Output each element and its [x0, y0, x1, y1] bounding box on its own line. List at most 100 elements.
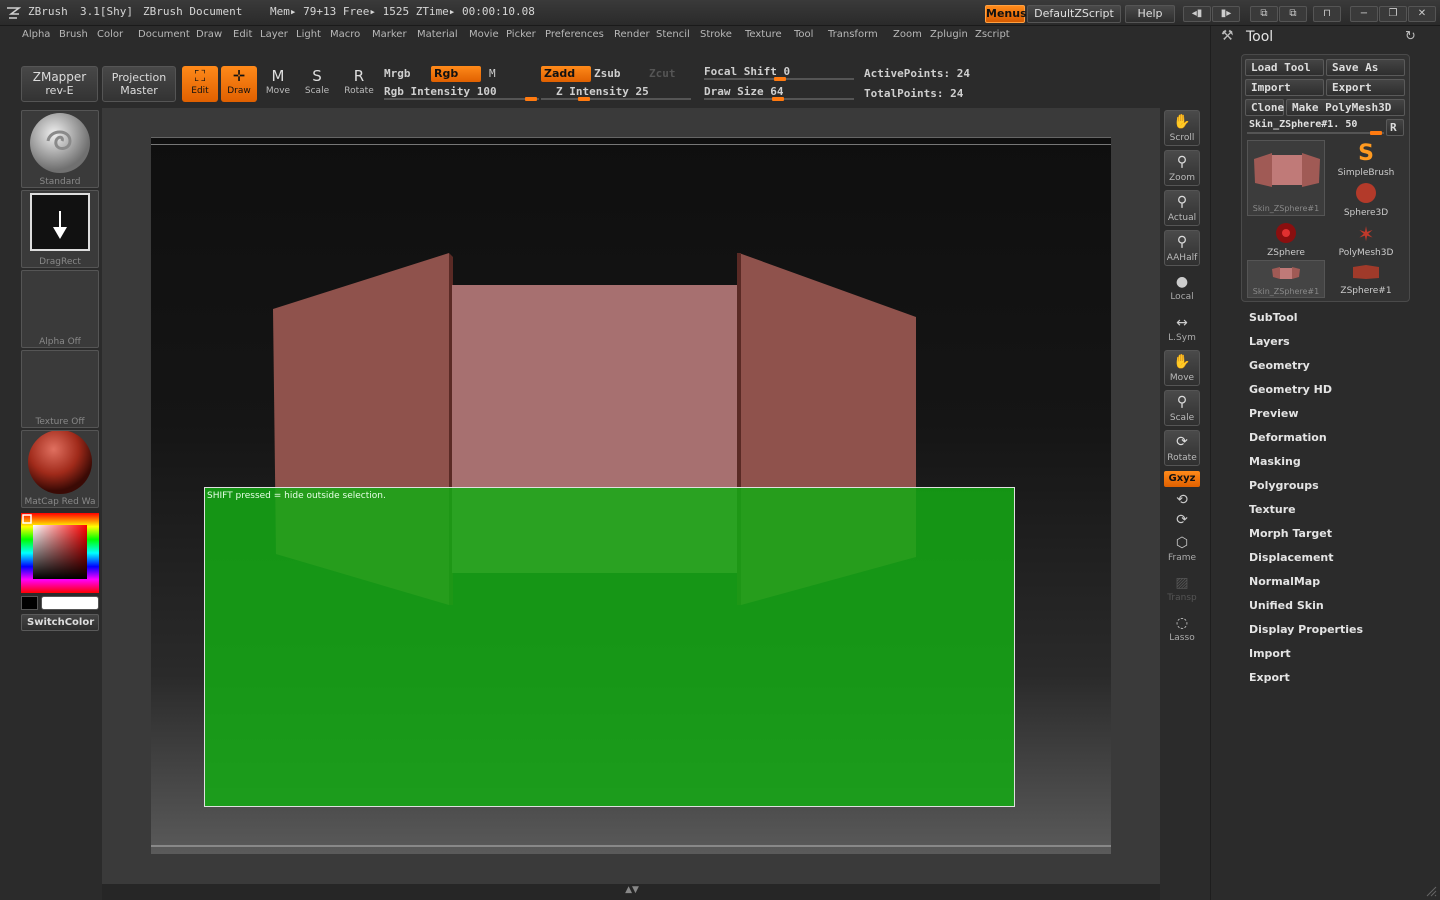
save-as-button[interactable]: Save As	[1326, 59, 1405, 76]
mrgb-toggle[interactable]: Mrgb	[384, 67, 411, 80]
menu-zscript[interactable]: Zscript	[975, 29, 1010, 40]
secondary-color-swatch[interactable]	[21, 596, 38, 610]
menu-brush[interactable]: Brush	[59, 29, 88, 40]
section-geometry[interactable]: Geometry	[1249, 359, 1310, 372]
menu-texture[interactable]: Texture	[745, 29, 782, 40]
scroll-button[interactable]: ✋ Scroll	[1164, 110, 1200, 146]
shrink-icon[interactable]: ◂▮	[1183, 6, 1211, 22]
rgb-toggle[interactable]: Rgb	[431, 66, 481, 82]
xyz-toggle[interactable]: Gxyz	[1164, 471, 1200, 487]
zsub-toggle[interactable]: Zsub	[594, 67, 621, 80]
draw-button[interactable]: ✛ Draw	[221, 66, 257, 102]
section-display-properties[interactable]: Display Properties	[1249, 623, 1363, 636]
main-color-swatch[interactable]	[41, 596, 99, 610]
section-import[interactable]: Import	[1249, 647, 1291, 660]
y-axis-rotate-icon[interactable]: ⟲	[1164, 490, 1200, 510]
menu-transform[interactable]: Transform	[828, 29, 878, 40]
tool-slider-knob[interactable]	[1370, 131, 1382, 135]
zmapper-button[interactable]: ZMapper rev-E	[21, 66, 98, 102]
zoom-button[interactable]: ⚲ Zoom	[1164, 150, 1200, 186]
section-export[interactable]: Export	[1249, 671, 1290, 684]
make-polymesh-button[interactable]: Make PolyMesh3D	[1286, 99, 1405, 116]
tool-item-skin-zsphere[interactable]: Skin_ZSphere#1	[1247, 260, 1325, 298]
menu-document[interactable]: Document	[138, 29, 190, 40]
menu-marker[interactable]: Marker	[372, 29, 407, 40]
section-texture[interactable]: Texture	[1249, 503, 1296, 516]
clone-button[interactable]: Clone	[1245, 99, 1284, 116]
z-intensity-slider[interactable]	[541, 98, 691, 100]
menu-edit[interactable]: Edit	[233, 29, 252, 40]
menu-material[interactable]: Material	[417, 29, 458, 40]
section-morph-target[interactable]: Morph Target	[1249, 527, 1332, 540]
menu-stencil[interactable]: Stencil	[656, 29, 690, 40]
tool-item-simplebrush[interactable]: S SimpleBrush	[1327, 140, 1405, 178]
expand-icon[interactable]: ▮▸	[1212, 6, 1240, 22]
tool-item-zsphere1[interactable]: ZSphere#1	[1327, 260, 1405, 298]
menu-tool[interactable]: Tool	[794, 29, 813, 40]
section-subtool[interactable]: SubTool	[1249, 311, 1298, 324]
tool-item-sphere3d[interactable]: Sphere3D	[1327, 180, 1405, 218]
rotate-button[interactable]: R Rotate	[341, 66, 377, 102]
menu-layer[interactable]: Layer	[260, 29, 288, 40]
zadd-toggle[interactable]: Zadd	[541, 66, 591, 82]
menu-movie[interactable]: Movie	[469, 29, 499, 40]
menu-stroke[interactable]: Stroke	[700, 29, 732, 40]
close-icon[interactable]: ✕	[1408, 6, 1436, 22]
layout-left-icon[interactable]: ⧉	[1250, 6, 1278, 22]
scale-view-button[interactable]: ⚲ Scale	[1164, 390, 1200, 426]
load-tool-button[interactable]: Load Tool	[1245, 59, 1324, 76]
default-zscript-button[interactable]: DefaultZScript	[1027, 5, 1121, 23]
draw-size-knob[interactable]	[772, 97, 784, 101]
menu-draw[interactable]: Draw	[196, 29, 222, 40]
bottom-tray-handle-icon[interactable]: ▲▼	[568, 885, 696, 895]
focal-shift-knob[interactable]	[774, 77, 786, 81]
section-layers[interactable]: Layers	[1249, 335, 1290, 348]
section-masking[interactable]: Masking	[1249, 455, 1301, 468]
m-toggle[interactable]: M	[489, 67, 496, 80]
section-deformation[interactable]: Deformation	[1249, 431, 1327, 444]
actual-button[interactable]: ⚲ Actual	[1164, 190, 1200, 226]
menu-color[interactable]: Color	[97, 29, 123, 40]
menu-zoom[interactable]: Zoom	[893, 29, 922, 40]
export-button[interactable]: Export	[1326, 79, 1405, 96]
menu-picker[interactable]: Picker	[506, 29, 536, 40]
section-displacement[interactable]: Displacement	[1249, 551, 1334, 564]
section-polygroups[interactable]: Polygroups	[1249, 479, 1319, 492]
section-normalmap[interactable]: NormalMap	[1249, 575, 1320, 588]
menu-zplugin[interactable]: Zplugin	[930, 29, 968, 40]
help-button[interactable]: Help	[1125, 5, 1175, 23]
menus-button[interactable]: Menus	[985, 5, 1027, 23]
tool-item-skin-zsphere-large[interactable]: Skin_ZSphere#1	[1247, 140, 1325, 216]
section-unified-skin[interactable]: Unified Skin	[1249, 599, 1324, 612]
transp-button[interactable]: ▨ Transp	[1164, 573, 1200, 603]
tool-item-polymesh3d[interactable]: ✶ PolyMesh3D	[1327, 220, 1405, 258]
resize-grip-icon[interactable]	[1425, 885, 1437, 897]
refresh-icon[interactable]: ↻	[1405, 29, 1416, 44]
tool-item-zsphere[interactable]: ZSphere	[1247, 220, 1325, 258]
menu-render[interactable]: Render	[614, 29, 650, 40]
z-intensity-knob[interactable]	[578, 97, 590, 101]
z-axis-rotate-icon[interactable]: ⟳	[1164, 510, 1200, 530]
edit-button[interactable]: ⛶ Edit	[182, 66, 218, 102]
r-button[interactable]: R	[1386, 119, 1404, 136]
minimize-icon[interactable]: −	[1350, 6, 1378, 22]
lasso-button[interactable]: ◌ Lasso	[1164, 613, 1200, 643]
scale-button[interactable]: S Scale	[299, 66, 335, 102]
menu-macro[interactable]: Macro	[330, 29, 360, 40]
rotate-view-button[interactable]: ⟳ Rotate	[1164, 430, 1200, 466]
move-view-button[interactable]: ✋ Move	[1164, 350, 1200, 386]
layout-right-icon[interactable]: ⧉	[1279, 6, 1307, 22]
menu-alpha[interactable]: Alpha	[22, 29, 50, 40]
lsym-button[interactable]: ↔ L.Sym	[1164, 313, 1200, 343]
rgb-intensity-slider[interactable]	[384, 98, 539, 100]
section-preview[interactable]: Preview	[1249, 407, 1299, 420]
tool-slider[interactable]	[1247, 132, 1384, 134]
lock-icon[interactable]: ⊓	[1313, 6, 1341, 22]
color-picker[interactable]	[21, 513, 99, 593]
projection-master-button[interactable]: Projection Master	[102, 66, 176, 102]
switch-color-button[interactable]: SwitchColor	[21, 614, 99, 631]
menu-preferences[interactable]: Preferences	[545, 29, 604, 40]
import-button[interactable]: Import	[1245, 79, 1324, 96]
zcut-toggle[interactable]: Zcut	[649, 67, 676, 80]
local-button[interactable]: ● Local	[1164, 272, 1200, 302]
